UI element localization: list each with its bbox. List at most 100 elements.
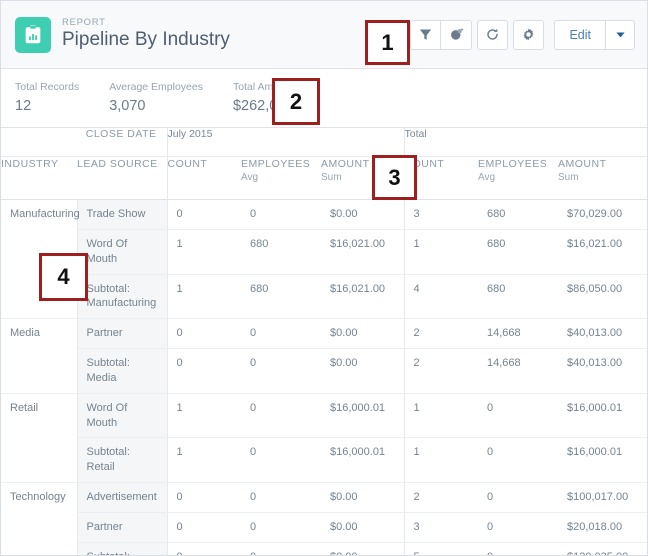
page-header: REPORT Pipeline By Industry Edit — [1, 1, 647, 69]
summary-average-employees: Average Employees 3,070 — [109, 81, 203, 115]
column-header-industry[interactable]: INDUSTRY — [1, 156, 77, 200]
table-row[interactable]: Partner 0 0 $0.00 3 0 $20,018.00 — [1, 512, 647, 543]
cell-total-count: 2 — [403, 318, 479, 350]
cell-lead-source: Partner — [77, 318, 168, 350]
cell-total-amount: $20,018.00 — [558, 512, 647, 543]
cell-industry: Technology — [1, 482, 78, 513]
cell-period-employees: 680 — [241, 229, 321, 275]
annotation-callout-1: 1 — [365, 20, 410, 65]
table-row[interactable]: Manufacturing Trade Show 0 0 $0.00 3 680… — [1, 199, 647, 230]
cell-total-amount: $40,013.00 — [558, 348, 647, 394]
cell-period-count: 0 — [166, 482, 241, 513]
table-row-subtotal[interactable]: Subtotal: Retail 1 0 $16,000.01 1 0 $16,… — [1, 437, 647, 484]
cell-total-count: 3 — [403, 512, 479, 543]
cell-total-employees: 14,668 — [478, 318, 559, 350]
cell-industry — [1, 348, 78, 394]
filter-icon[interactable] — [410, 19, 442, 50]
cell-total-amount: $120,035.00 — [558, 542, 647, 555]
cell-total-amount: $86,050.00 — [558, 274, 647, 320]
cell-period-employees: 0 — [241, 348, 321, 394]
table-row[interactable]: Media Partner 0 0 $0.00 2 14,668 $40,013… — [1, 318, 647, 350]
column-header-period-employees[interactable]: EMPLOYEES Avg — [241, 156, 321, 200]
cell-total-amount: $16,000.01 — [558, 393, 647, 439]
cell-period-count: 1 — [166, 393, 241, 439]
table-row[interactable]: Word Of Mouth 1 680 $16,021.00 1 680 $16… — [1, 229, 647, 275]
cell-period-employees: 0 — [241, 512, 321, 543]
cell-total-amount: $40,013.00 — [558, 318, 647, 350]
cell-total-count: 4 — [403, 274, 479, 320]
summary-label: Average Employees — [109, 80, 203, 93]
cell-total-employees: 680 — [478, 274, 559, 320]
edit-button[interactable]: Edit — [554, 19, 605, 50]
report-clipboard-chart-icon — [15, 16, 51, 53]
report-table-container: CLOSE DATE July 2015 Total INDUSTRY LEAD… — [1, 128, 647, 555]
cell-industry — [1, 542, 78, 555]
cell-total-count: 3 — [403, 199, 479, 230]
period-group-label: July 2015 — [166, 128, 405, 157]
cell-total-employees: 0 — [478, 512, 559, 543]
cell-period-amount: $16,021.00 — [321, 229, 405, 275]
conditional-formatting-icon[interactable] — [441, 19, 473, 50]
table-row[interactable]: Technology Advertisement 0 0 $0.00 2 0 $… — [1, 482, 647, 513]
cell-total-employees: 14,668 — [478, 348, 559, 394]
cell-period-employees: 680 — [241, 274, 321, 320]
total-group-label: Total — [403, 128, 647, 157]
column-header-total-amount[interactable]: AMOUNT Sum — [558, 156, 647, 200]
cell-period-amount: $0.00 — [321, 512, 405, 543]
cell-lead-source: Subtotal: Manufacturing — [77, 274, 168, 320]
cell-industry: Media — [1, 318, 78, 349]
cell-industry — [1, 437, 78, 484]
cell-period-amount: $16,021.00 — [321, 274, 405, 320]
cell-period-employees: 0 — [241, 542, 321, 555]
empty-cell — [1, 128, 77, 157]
annotation-callout-3: 3 — [372, 155, 417, 200]
column-header-subtext: Avg — [478, 172, 496, 184]
table-row[interactable]: Retail Word Of Mouth 1 0 $16,000.01 1 0 … — [1, 393, 647, 439]
cell-lead-source: Advertisement — [77, 482, 168, 513]
column-header-subtext: Avg — [241, 172, 259, 184]
column-header-total-employees[interactable]: EMPLOYEES Avg — [478, 156, 559, 200]
column-header-text: EMPLOYEES — [241, 158, 311, 170]
cell-total-employees: 680 — [478, 229, 559, 275]
cell-period-count: 0 — [166, 542, 241, 555]
cell-period-amount: $0.00 — [321, 542, 405, 555]
refresh-icon[interactable] — [477, 19, 509, 50]
settings-gear-icon[interactable] — [513, 19, 545, 50]
column-header-lead-source[interactable]: LEAD SOURCE — [77, 156, 167, 200]
report-table-body: CLOSE DATE July 2015 Total INDUSTRY LEAD… — [1, 128, 647, 555]
cell-period-employees: 0 — [241, 318, 321, 350]
table-row-subtotal[interactable]: Subtotal: Media 0 0 $0.00 2 14,668 $40,0… — [1, 348, 647, 394]
cell-lead-source: Subtotal: Retail — [77, 437, 168, 484]
cell-total-amount: $70,029.00 — [558, 199, 647, 230]
table-row-subtotal[interactable]: Subtotal: Manufacturing 1 680 $16,021.00… — [1, 274, 647, 320]
cell-period-amount: $16,000.01 — [321, 437, 405, 484]
column-header-period-count[interactable]: COUNT — [166, 156, 241, 200]
column-header-text: AMOUNT — [558, 158, 607, 170]
page-title: Pipeline By Industry — [62, 29, 230, 51]
cell-lead-source: Subtotal: Technology — [77, 542, 168, 555]
cell-period-employees: 0 — [241, 393, 321, 439]
cell-total-amount: $16,000.01 — [558, 437, 647, 484]
cell-period-employees: 0 — [241, 199, 321, 230]
summary-value: 12 — [15, 98, 32, 114]
summary-label: Total Records — [15, 80, 80, 93]
cell-period-amount: $16,000.01 — [321, 393, 405, 439]
summary-total-records: Total Records 12 — [15, 81, 79, 115]
cell-total-count: 5 — [403, 542, 479, 555]
title-block: REPORT Pipeline By Industry — [62, 17, 230, 51]
table-row-subtotal[interactable]: Subtotal: Technology 0 0 $0.00 5 0 $120,… — [1, 542, 647, 555]
column-header-subtext: Sum — [558, 172, 579, 184]
cell-period-amount: $0.00 — [321, 482, 405, 513]
column-header-text: AMOUNT — [321, 158, 370, 170]
column-header-row: INDUSTRY LEAD SOURCE COUNT EMPLOYEES Avg… — [1, 156, 647, 200]
cell-total-amount: $100,017.00 — [558, 482, 647, 513]
cell-industry: Retail — [1, 393, 78, 438]
cell-period-count: 0 — [166, 318, 241, 350]
group-header-row: CLOSE DATE July 2015 Total — [1, 128, 647, 157]
cell-period-count: 0 — [166, 199, 241, 230]
cell-total-amount: $16,021.00 — [558, 229, 647, 275]
cell-period-employees: 0 — [241, 437, 321, 484]
cell-lead-source: Word Of Mouth — [77, 393, 168, 439]
cell-industry: Manufacturing — [1, 199, 80, 230]
chevron-down-icon[interactable] — [605, 19, 635, 50]
